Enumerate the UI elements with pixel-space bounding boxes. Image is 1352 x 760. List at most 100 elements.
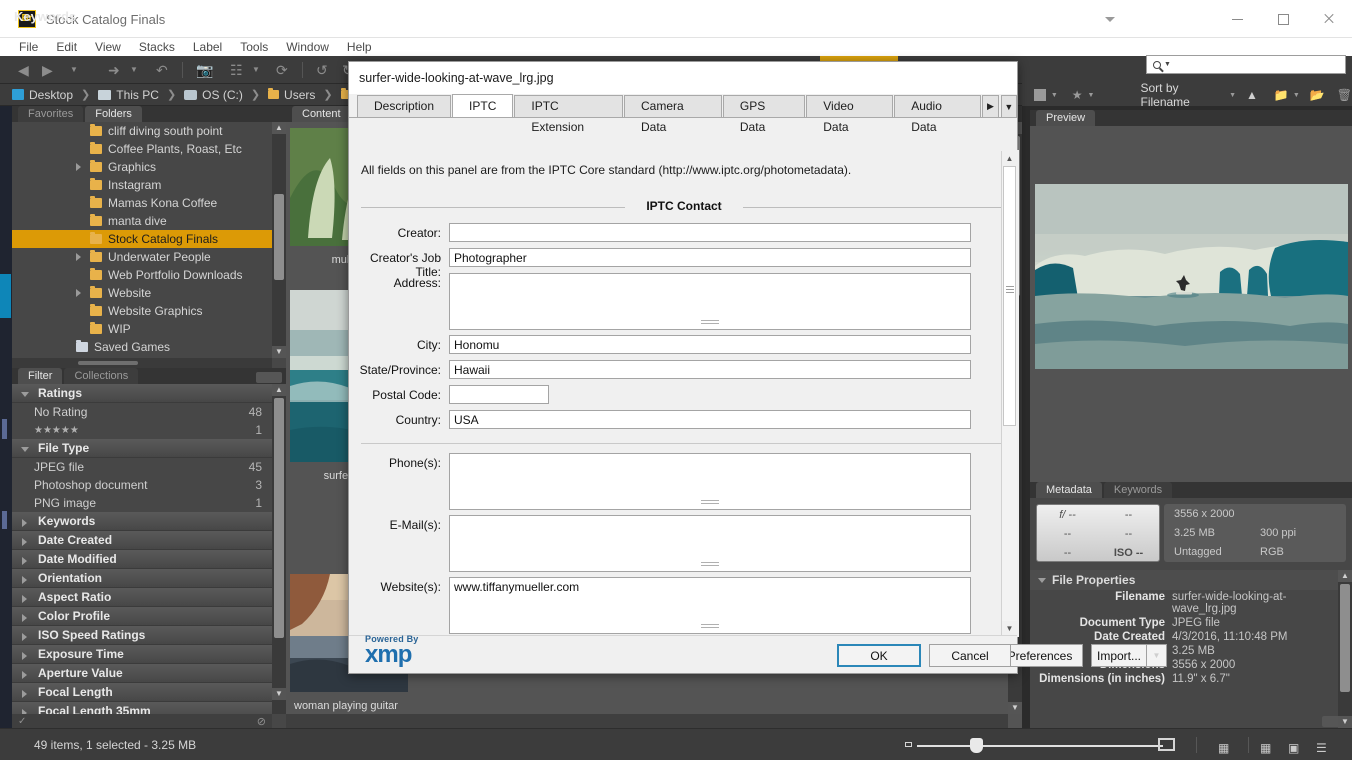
- filter-item[interactable]: JPEG file 45: [12, 458, 272, 476]
- scroll-down-icon[interactable]: ▼: [272, 346, 286, 358]
- folder-item[interactable]: Website Graphics: [12, 302, 272, 320]
- breadcrumb-item-os-c[interactable]: OS (C:): [184, 88, 243, 102]
- tab-description[interactable]: Description: [357, 95, 452, 117]
- phones-input[interactable]: [449, 453, 971, 510]
- emails-input[interactable]: [449, 515, 971, 572]
- list-view-icon[interactable]: ☰: [1316, 741, 1327, 755]
- forward-arrow-icon[interactable]: ▶: [42, 62, 53, 78]
- scroll-up-icon[interactable]: ▲: [1338, 570, 1352, 582]
- star-rating-icon[interactable]: ★: [1072, 88, 1083, 102]
- folder-item[interactable]: Graphics: [12, 158, 272, 176]
- tab-iptc-extension[interactable]: IPTC Extension: [514, 95, 623, 134]
- tabs-overflow-icon[interactable]: ▼: [1000, 95, 1017, 117]
- rating-dropdown-icon[interactable]: ▼: [1088, 92, 1095, 99]
- preview-image[interactable]: [1035, 184, 1348, 369]
- refine-dropdown-icon[interactable]: ▼: [252, 62, 260, 78]
- label-swatch-icon[interactable]: [1034, 89, 1046, 101]
- filter-group-header[interactable]: Date Created: [12, 531, 272, 550]
- dialog-scrollbar[interactable]: ▲ ▼: [1001, 151, 1017, 636]
- filter-panel-menu-icon[interactable]: [256, 372, 282, 383]
- filter-item[interactable]: ★★★★★ 1: [12, 421, 272, 439]
- boomerang-icon[interactable]: ➜: [108, 62, 120, 78]
- tab-favorites[interactable]: Favorites: [18, 106, 84, 122]
- folder-item[interactable]: Web Portfolio Downloads: [12, 266, 272, 284]
- folder-item[interactable]: Coffee Plants, Roast, Etc: [12, 140, 272, 158]
- small-thumbnail-icon[interactable]: [905, 742, 912, 747]
- folder-item[interactable]: Stock Catalog Finals: [12, 230, 272, 248]
- address-input[interactable]: [449, 273, 971, 330]
- breadcrumb-item-desktop[interactable]: Desktop: [12, 88, 73, 102]
- menu-window[interactable]: Window: [277, 39, 338, 55]
- tab-content[interactable]: Content: [292, 106, 351, 122]
- folder-item[interactable]: Website: [12, 284, 272, 302]
- websites-input[interactable]: www.tiffanymueller.com: [449, 577, 971, 634]
- close-button[interactable]: [1306, 0, 1352, 38]
- folder-dropdown-icon[interactable]: ▼: [1293, 92, 1300, 99]
- details-view-icon[interactable]: ▣: [1288, 741, 1299, 755]
- scrollbar-thumb[interactable]: [274, 194, 284, 280]
- tab-filter[interactable]: Filter: [18, 368, 63, 384]
- slider-track[interactable]: [917, 745, 1163, 747]
- breadcrumb-item-this-pc[interactable]: This PC: [98, 88, 159, 102]
- resize-grip-icon[interactable]: [701, 562, 719, 568]
- scroll-up-icon[interactable]: ▲: [1002, 151, 1017, 166]
- maximize-button[interactable]: [1260, 0, 1306, 38]
- import-button[interactable]: Import...: [1091, 644, 1147, 667]
- delete-icon[interactable]: 🗑: [1337, 88, 1352, 102]
- tab-metadata[interactable]: Metadata: [1036, 482, 1102, 498]
- filter-group-header[interactable]: Orientation: [12, 569, 272, 588]
- tab-folders[interactable]: Folders: [85, 106, 142, 122]
- tab-collections[interactable]: Collections: [64, 368, 139, 384]
- expand-arrow-icon[interactable]: [76, 289, 81, 297]
- back-arrow-icon[interactable]: ◀: [18, 62, 29, 78]
- content-hscrollbar[interactable]: [286, 714, 1008, 728]
- recent-dropdown-icon[interactable]: ▼: [70, 62, 78, 78]
- large-thumbnail-icon[interactable]: [1158, 738, 1175, 751]
- hscrollbar-thumb[interactable]: [78, 361, 138, 365]
- refine-icon[interactable]: ☷: [230, 62, 243, 78]
- job-title-input[interactable]: Photographer: [449, 248, 971, 267]
- filter-group-header[interactable]: Aperture Value: [12, 664, 272, 683]
- scroll-up-icon[interactable]: ▲: [272, 122, 286, 134]
- output-icon[interactable]: ⟳: [276, 62, 288, 78]
- menu-view[interactable]: View: [86, 39, 130, 55]
- filter-group-header[interactable]: ISO Speed Ratings: [12, 626, 272, 645]
- camera-import-icon[interactable]: 📷: [196, 62, 213, 78]
- folder-item[interactable]: Instagram: [12, 176, 272, 194]
- minimize-button[interactable]: [1214, 0, 1260, 38]
- folder-item[interactable]: cliff diving south point: [12, 122, 272, 140]
- menu-help[interactable]: Help: [338, 39, 381, 55]
- scroll-up-icon[interactable]: ▲: [272, 384, 286, 396]
- filter-item[interactable]: PNG image 1: [12, 494, 272, 512]
- filter-group-header[interactable]: Focal Length 35mm: [12, 702, 272, 714]
- ok-button[interactable]: OK: [837, 644, 921, 667]
- grid-view-icon[interactable]: ▦: [1218, 741, 1229, 755]
- tabs-next-icon[interactable]: ▶: [982, 95, 999, 117]
- scroll-down-icon[interactable]: ▼: [272, 688, 286, 700]
- tab-keywords[interactable]: Keywords: [1103, 482, 1173, 498]
- filter-group-header[interactable]: Date Modified: [12, 550, 272, 569]
- filter-group-header[interactable]: Focal Length: [12, 683, 272, 702]
- metadata-scrollbar[interactable]: ▲ ▼: [1338, 570, 1352, 728]
- clear-filter-icon[interactable]: ✓: [18, 716, 26, 727]
- expand-arrow-icon[interactable]: [76, 253, 81, 261]
- menu-stacks[interactable]: Stacks: [130, 39, 184, 55]
- filter-item[interactable]: No Rating 48: [12, 403, 272, 421]
- scrollbar-track[interactable]: [1002, 166, 1017, 621]
- filter-group-header[interactable]: File Type: [12, 439, 272, 458]
- filter-group-header[interactable]: Aspect Ratio: [12, 588, 272, 607]
- tab-preview[interactable]: Preview: [1036, 110, 1096, 126]
- no-filter-icon[interactable]: ⊘: [257, 715, 266, 728]
- country-input[interactable]: USA: [449, 410, 971, 429]
- sort-by-label[interactable]: Sort by Filename: [1140, 81, 1223, 109]
- expand-arrow-icon[interactable]: [76, 163, 81, 171]
- breadcrumb-item-users[interactable]: Users: [268, 88, 315, 102]
- thumbnail-view-icon[interactable]: ▦: [1260, 741, 1271, 755]
- filter-group-header[interactable]: Color Profile: [12, 607, 272, 626]
- file-properties-header[interactable]: File Properties: [1030, 570, 1338, 590]
- tab-iptc[interactable]: IPTC: [452, 94, 514, 117]
- new-folder-icon[interactable]: 📁: [1274, 88, 1289, 102]
- scroll-down-icon[interactable]: ▼: [1008, 702, 1022, 714]
- menu-tools[interactable]: Tools: [231, 39, 277, 55]
- filter-group-header[interactable]: Keywords: [12, 512, 272, 531]
